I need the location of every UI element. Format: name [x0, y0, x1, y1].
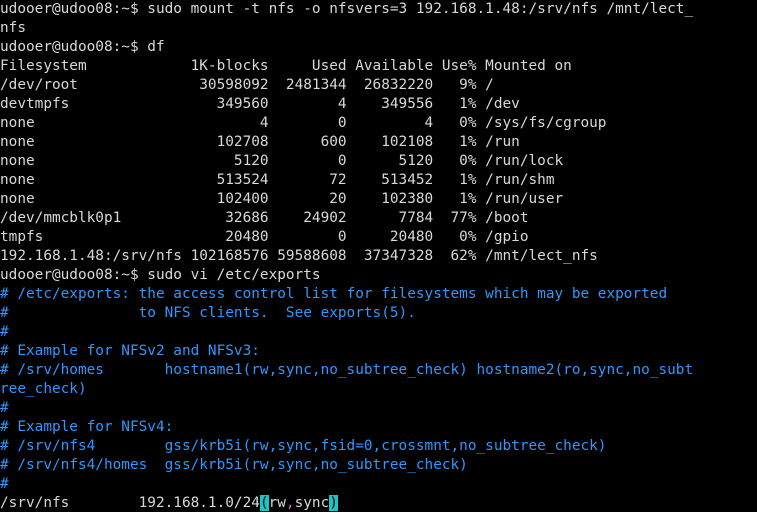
mount-command-wrap: nfs: [0, 20, 26, 36]
df-row: devtmpfs 349560 4 349556 1% /dev: [0, 96, 520, 112]
df-row: none 102400 20 102380 1% /run/user: [0, 191, 564, 207]
df-row: 192.168.1.48:/srv/nfs 102168576 59588608…: [0, 248, 598, 264]
matching-close-paren: ): [329, 495, 338, 511]
df-header: Filesystem 1K-blocks Used Available Use%…: [0, 58, 572, 74]
terminal-window[interactable]: udooer@udoo08:~$ sudo mount -t nfs -o nf…: [0, 0, 757, 512]
df-row: none 102708 600 102108 1% /run: [0, 134, 520, 150]
df-row: none 4 0 4 0% /sys/fs/cgroup: [0, 115, 607, 131]
df-row: none 513524 72 513452 1% /run/shm: [0, 172, 555, 188]
cursor-open-paren: (: [259, 495, 269, 511]
exports-comment-line: # to NFS clients. See exports(5).: [0, 305, 416, 321]
exports-entry-line[interactable]: /srv/nfs 192.168.1.0/24(rw,sync): [0, 494, 338, 512]
df-row: none 5120 0 5120 0% /run/lock: [0, 153, 564, 169]
exports-comment-line: #: [0, 400, 9, 416]
df-row: tmpfs 20480 0 20480 0% /gpio: [0, 229, 529, 245]
exports-comment-line: # Example for NFSv4:: [0, 419, 174, 435]
exports-comment-line: # /srv/homes hostname1(rw,sync,no_subtre…: [0, 362, 694, 378]
option-rw: rw: [268, 495, 286, 511]
mount-command-line: udooer@udoo08:~$ sudo mount -t nfs -o nf…: [0, 1, 694, 17]
exports-comment-line: ree_check): [0, 381, 87, 397]
exports-comment-line: # /srv/nfs4 gss/krb5i(rw,sync,fsid=0,cro…: [0, 438, 607, 454]
df-row: /dev/root 30598092 2481344 26832220 9% /: [0, 77, 494, 93]
df-row: /dev/mmcblk0p1 32686 24902 7784 77% /boo…: [0, 210, 529, 226]
exports-comment-line: # /etc/exports: the access control list …: [0, 286, 668, 302]
option-comma: ,: [285, 495, 295, 511]
exports-comment-line: #: [0, 476, 9, 492]
exports-entry-path: /srv/nfs 192.168.1.0/24: [0, 495, 260, 511]
exports-comment-line: # Example for NFSv2 and NFSv3:: [0, 343, 260, 359]
option-sync: sync: [294, 495, 330, 511]
exports-comment-line: # /srv/nfs4/homes gss/krb5i(rw,sync,no_s…: [0, 457, 468, 473]
exports-comment-line: #: [0, 324, 9, 340]
vi-command-line: udooer@udoo08:~$ sudo vi /etc/exports: [0, 267, 321, 283]
df-command-line: udooer@udoo08:~$ df: [0, 39, 165, 55]
